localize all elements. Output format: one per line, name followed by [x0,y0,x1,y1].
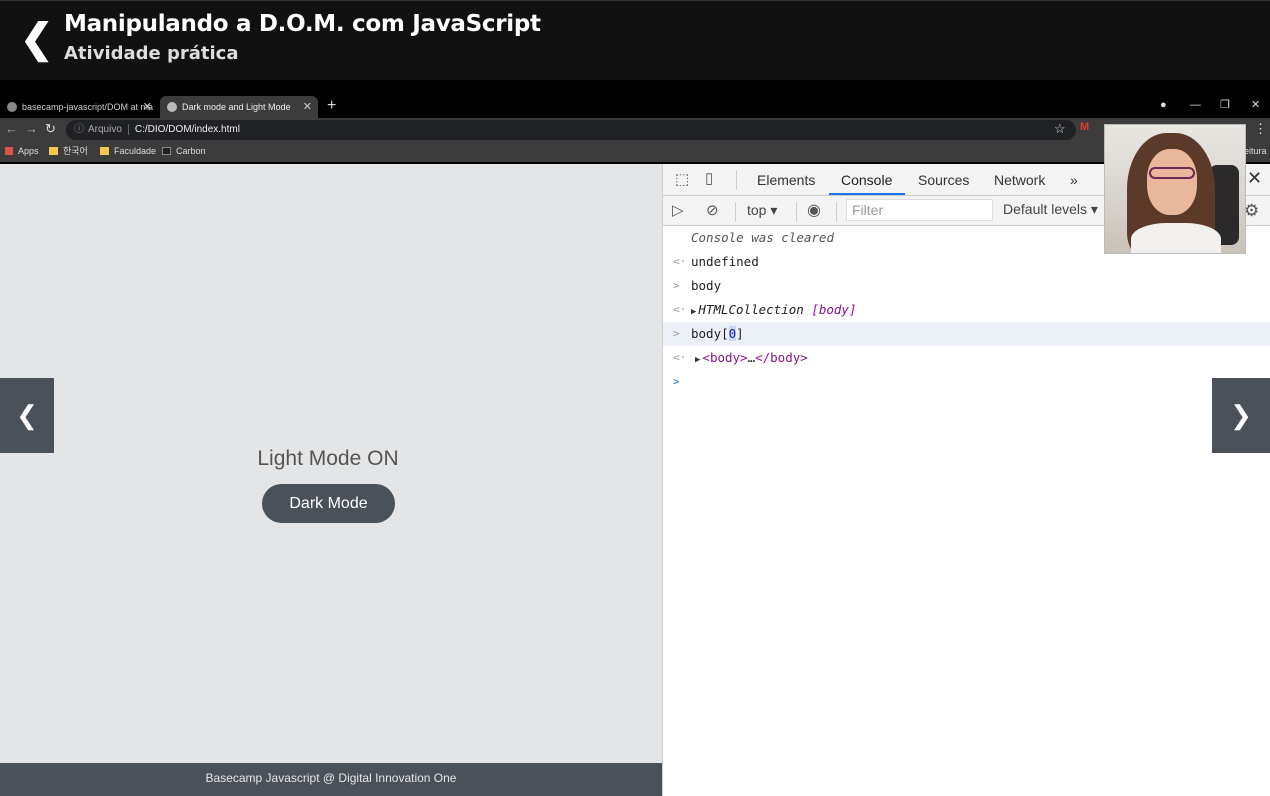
bookmark-apps[interactable]: Apps [5,142,39,160]
console-result[interactable]: <· ▶ <body>…</body> [663,346,1270,370]
browser-tab-strip: basecamp-javascript/DOM at ma ✕ Dark mod… [0,94,1270,118]
github-icon [7,102,17,112]
back-arrow-icon[interactable]: ❮ [20,19,54,59]
settings-gear-icon[interactable]: ⚙ [1244,201,1259,221]
carbon-icon [162,147,171,155]
console-input: > body [663,274,1270,298]
inspect-element-icon[interactable]: ⬚ [675,170,689,188]
previous-slide-button[interactable]: ❮ [0,378,54,453]
next-slide-button[interactable]: ❯ [1212,378,1270,453]
chevron-left-icon: ❮ [16,400,38,430]
page-footer: Basecamp Javascript @ Digital Innovation… [0,763,662,796]
lesson-title: Manipulando a D.O.M. com JavaScript [64,11,541,37]
close-devtools-icon[interactable]: ✕ [1247,168,1262,189]
console-input: > body[0] [663,322,1270,346]
apps-grid-icon [5,147,13,155]
active-tab-indicator [829,193,905,195]
bookmark-faculdade[interactable]: Faculdade [100,142,156,160]
expand-triangle-icon[interactable]: ▶ [695,355,700,365]
tab-label: Dark mode and Light Mode [182,102,291,112]
tab-console[interactable]: Console [841,172,892,188]
menu-kebab-icon[interactable]: ⋮ [1254,121,1267,137]
close-tab-icon[interactable]: ✕ [303,96,312,118]
devtools-panel: ⬚ ▯ Elements Console Sources Network » ✕… [662,164,1270,796]
result-arrow-icon: <· [673,351,687,364]
result-arrow-icon: <· [673,303,687,316]
eye-icon[interactable]: ◉ [807,200,821,220]
result-arrow-icon: <· [673,255,687,268]
separator [736,170,737,190]
tab-elements[interactable]: Elements [757,172,815,188]
restore-icon[interactable]: ❐ [1220,94,1230,116]
url-text: C:/DIO/DOM/index.html [134,124,240,135]
log-levels-dropdown[interactable]: Default levels ▾ [1003,201,1098,218]
browser-tab-github[interactable]: basecamp-javascript/DOM at ma ✕ [0,96,158,118]
console-filter-input[interactable]: Filter [846,199,993,221]
console-result[interactable]: <· ▶ HTMLCollection [body] [663,298,1270,322]
reload-icon[interactable]: ↻ [45,121,56,137]
context-selector[interactable]: top ▾ [747,202,777,219]
folder-icon [100,147,109,155]
info-icon: ⓘ [74,124,84,135]
star-icon[interactable]: ☆ [1054,121,1066,137]
address-bar-row: ← → ↻ ⓘ Arquivo C:/DIO/DOM/index.html ☆ M … [0,118,1270,142]
window-close-icon[interactable]: ✕ [1251,94,1260,116]
tab-sources[interactable]: Sources [918,172,969,188]
bookmark-overflow[interactable]: eitura [1244,142,1267,160]
new-tab-plus-icon[interactable]: + [327,94,336,118]
bookmark-carbon[interactable]: Carbon [162,142,206,160]
instructor-webcam [1104,124,1246,254]
device-toggle-icon[interactable]: ▯ [705,169,713,187]
minimize-icon[interactable]: — [1190,94,1201,116]
input-chevron-icon: > [673,279,680,292]
separator [836,202,837,222]
lesson-subtitle: Atividade prática [64,43,239,64]
clear-console-icon[interactable]: ⊘ [706,201,719,219]
dark-mode-button[interactable]: Dark Mode [262,484,395,523]
page-viewport: Light Mode ON Dark Mode Basecamp Javascr… [0,164,662,796]
sidebar-toggle-icon[interactable]: ▷ [672,201,684,219]
course-header: ❮ Manipulando a D.O.M. com JavaScript At… [0,0,1270,80]
separator [735,202,736,222]
profile-icon[interactable]: ● [1160,94,1167,116]
browser-tab-darkmode[interactable]: Dark mode and Light Mode ✕ [160,96,318,118]
tab-network[interactable]: Network [994,172,1045,188]
tab-label: basecamp-javascript/DOM at ma [22,102,154,112]
mode-status-text: Light Mode ON [257,447,399,470]
url-field[interactable]: ⓘ Arquivo C:/DIO/DOM/index.html [66,120,1076,140]
chevron-right-icon: ❯ [1230,400,1252,430]
more-tabs-chevron-icon[interactable]: » [1070,172,1078,188]
folder-icon [49,147,58,155]
bookmarks-bar: Apps 한국어 Faculdade Carbon eitura [0,142,1270,162]
input-chevron-icon: > [673,327,680,340]
globe-icon [167,102,177,112]
forward-icon[interactable]: → [25,121,38,136]
close-tab-icon[interactable]: ✕ [143,96,152,118]
bookmark-korean[interactable]: 한국어 [49,142,88,160]
extension-icon[interactable]: M [1080,121,1089,133]
url-scheme-label: Arquivo [88,124,129,135]
expand-triangle-icon[interactable]: ▶ [691,307,696,317]
separator [796,202,797,222]
prompt-chevron-icon: > [673,375,680,388]
back-icon[interactable]: ← [5,121,18,136]
console-prompt[interactable]: > [663,370,1270,394]
